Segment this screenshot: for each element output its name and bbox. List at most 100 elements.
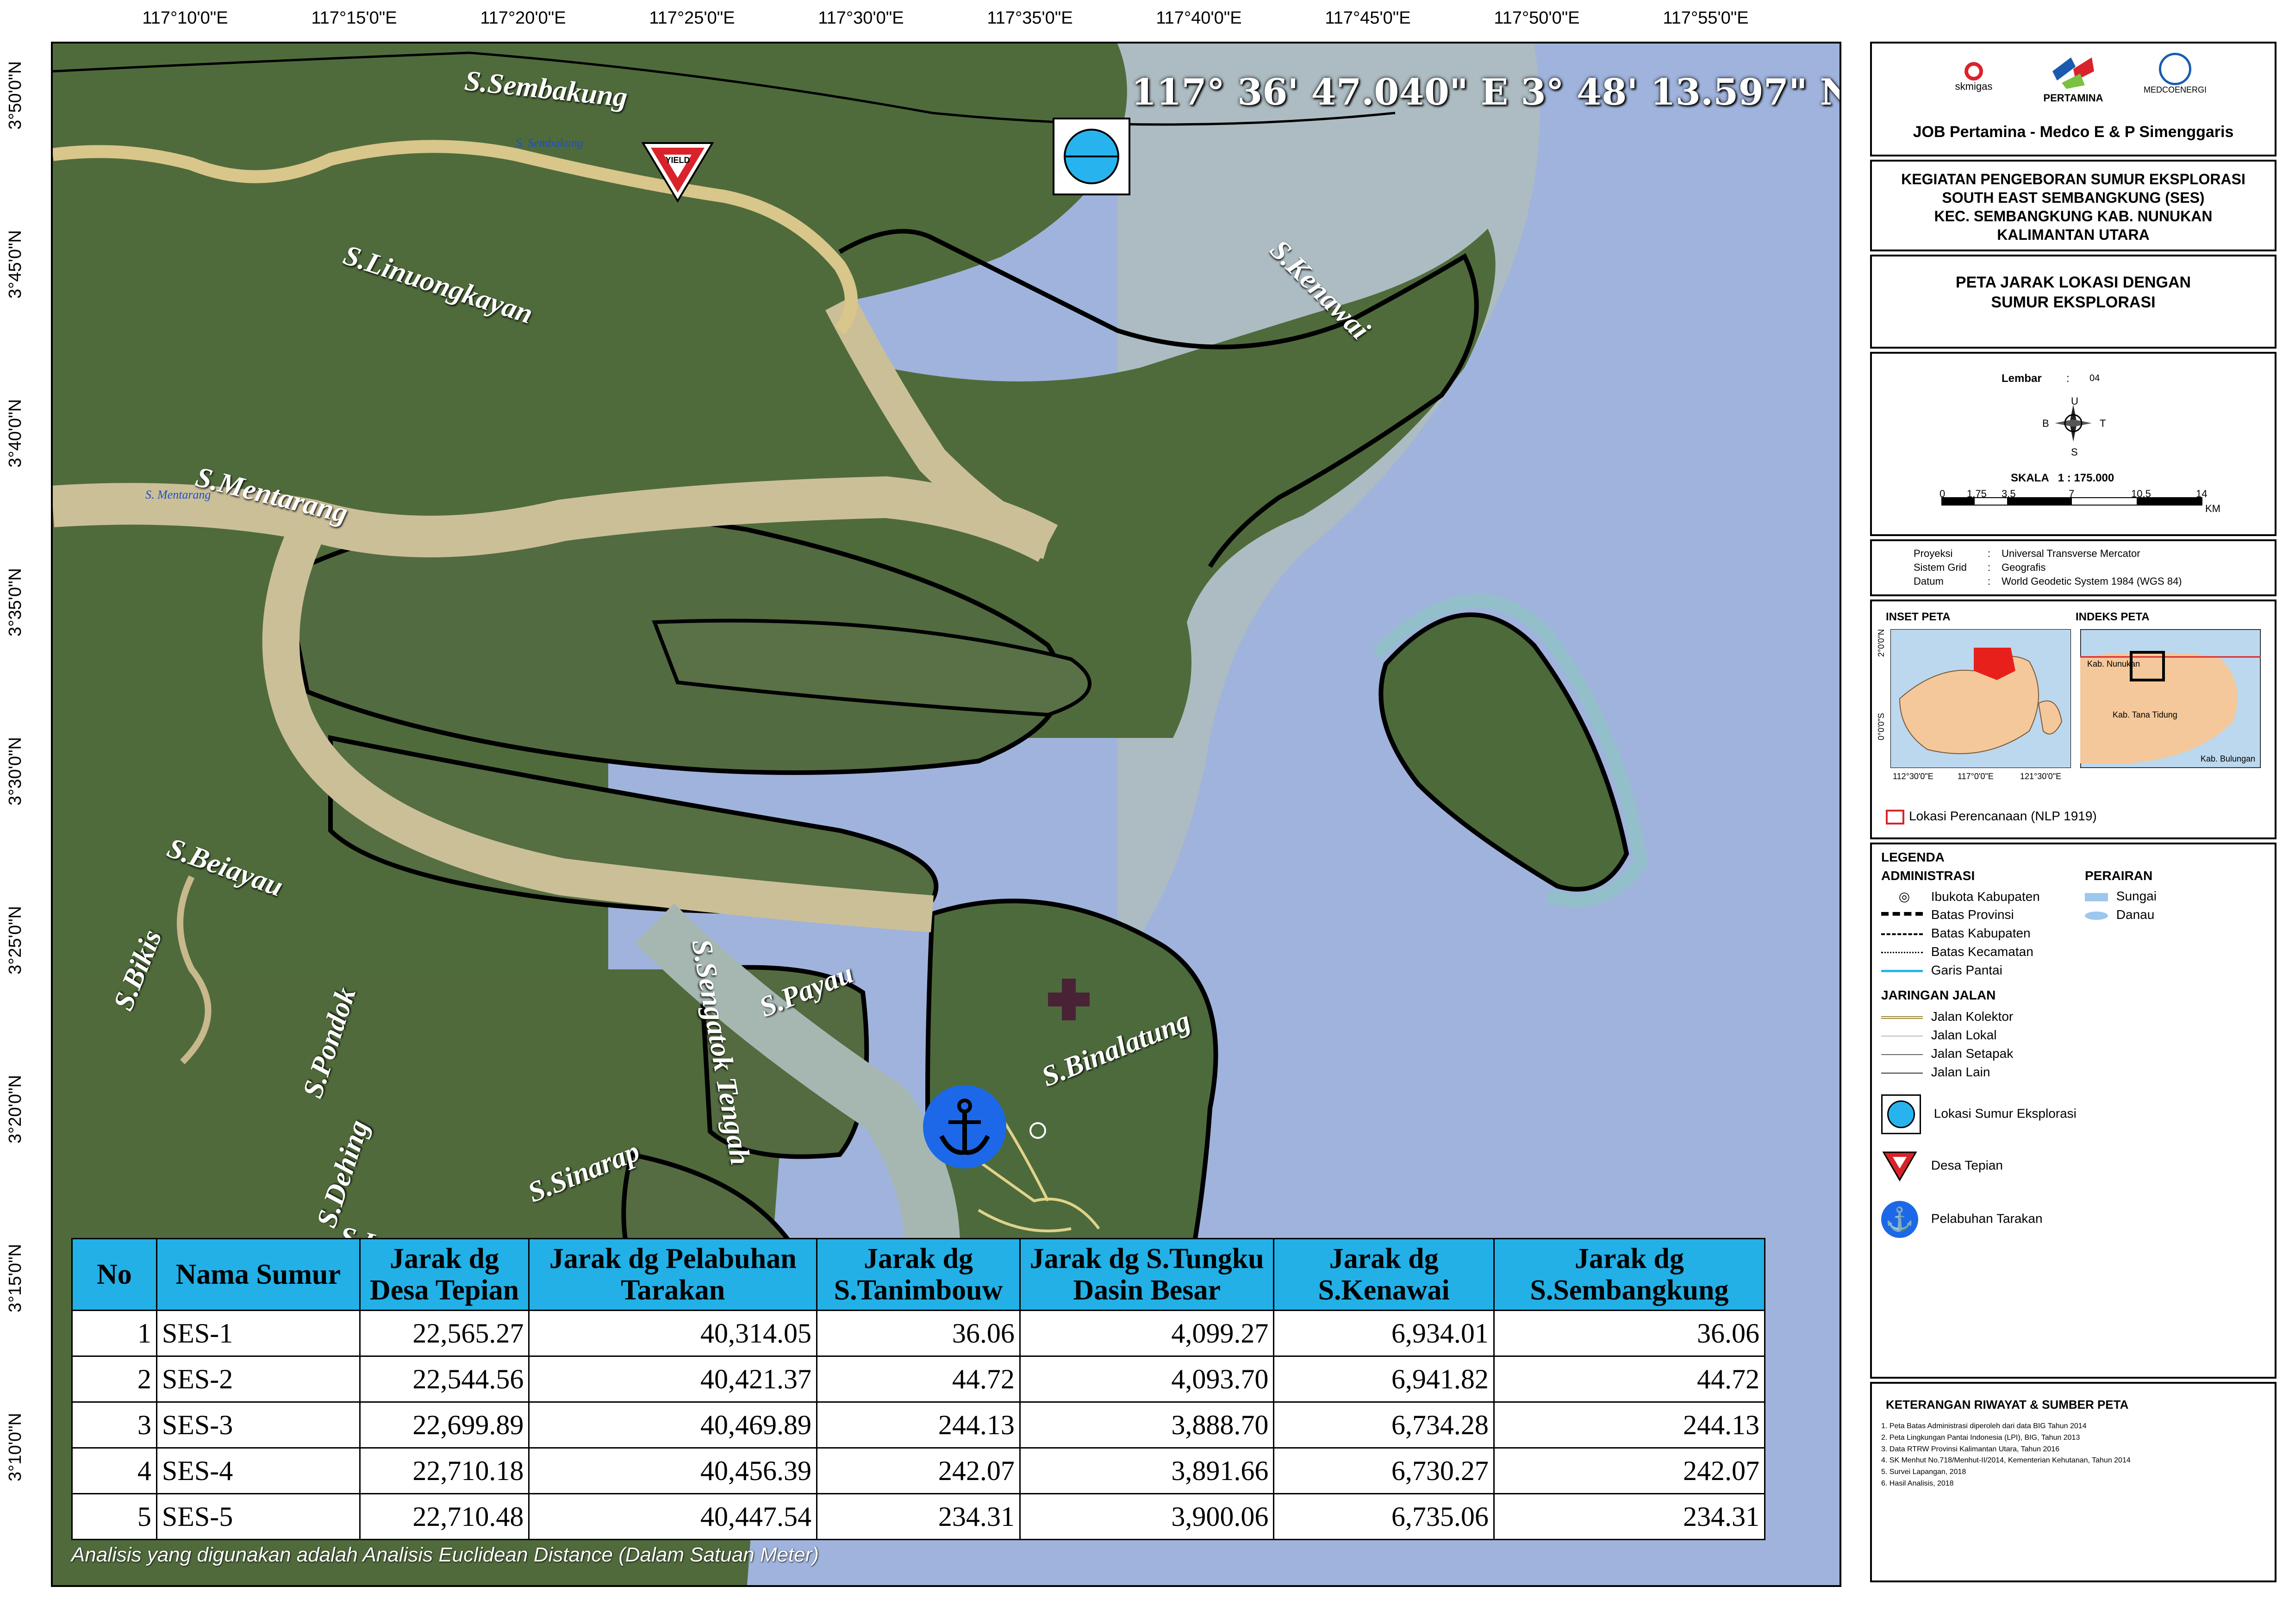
- legend-item: Desa Tepian: [1881, 1150, 2003, 1182]
- history-item: 6. Hasil Analisis, 2018: [1881, 1479, 1954, 1487]
- map-canvas[interactable]: 117° 36' 47.040" E 3° 48' 13.597" N YIEL…: [51, 42, 1841, 1587]
- lat-tick-label: 3°45'0"N: [6, 230, 25, 299]
- small-label-mentarang: S. Mentarang: [145, 488, 211, 501]
- table-cell: SES-2: [156, 1355, 361, 1403]
- inset-lon-label: 121°30'0"E: [2020, 772, 2062, 781]
- table-cell: 242.07: [1493, 1447, 1766, 1495]
- danau-swatch: [2085, 911, 2108, 920]
- lat-tick-label: 3°25'0"N: [6, 906, 25, 974]
- company-name: JOB Pertamina - Medco E & P Simenggaris: [1913, 123, 2234, 141]
- index-label: Kab. Bulungan: [2201, 754, 2256, 763]
- projection-value: Geografis: [2002, 562, 2046, 573]
- distance-table: No Nama Sumur Jarak dg Desa Tepian Jarak…: [71, 1237, 1766, 1541]
- activity-line: KEGIATAN PENGEBORAN SUMUR EKSPLORASI: [1901, 171, 2245, 187]
- history-title: KETERANGAN RIWAYAT & SUMBER PETA: [1886, 1398, 2129, 1412]
- jalan-setapak-swatch: [1881, 1054, 1923, 1055]
- table-cell: 6,734.28: [1273, 1401, 1495, 1449]
- table-cell: 22,544.56: [359, 1355, 530, 1403]
- table-cell: 3,900.06: [1019, 1493, 1275, 1541]
- legend-item: ⚓ Pelabuhan Tarakan: [1881, 1201, 2043, 1238]
- column-header: Nama Sumur: [156, 1237, 361, 1312]
- table-cell: 244.13: [816, 1401, 1021, 1449]
- table-cell: 6,730.27: [1273, 1447, 1495, 1495]
- well-icon: [1064, 129, 1119, 184]
- legend-item: Jalan Kolektor: [1881, 1009, 2013, 1024]
- desa-tepian-yield-icon[interactable]: YIELD: [641, 141, 715, 206]
- sungai-swatch: [2085, 893, 2108, 901]
- activity-line: SOUTH EAST SEMBANGKUNG (SES): [1942, 189, 2205, 206]
- compass-east: T: [2100, 418, 2106, 429]
- legend-item: Batas Kabupaten: [1881, 926, 2031, 941]
- well-legend-icon: [1881, 1094, 1921, 1134]
- lon-tick-label: 117°50'0"E: [1494, 8, 1580, 28]
- batas-kabupaten-swatch: [1881, 933, 1923, 935]
- table-cell: 4: [71, 1447, 157, 1495]
- table-cell: SES-3: [156, 1401, 361, 1449]
- lat-tick-label: 3°15'0"N: [6, 1244, 25, 1312]
- projection-panel: Proyeksi : Universal Transverse Mercator…: [1870, 539, 2276, 596]
- legend-item: Danau: [2085, 907, 2154, 922]
- table-cell: 242.07: [816, 1447, 1021, 1495]
- inset-lon-label: 117°0'0"E: [1958, 772, 1994, 781]
- table-cell: 40,447.54: [528, 1493, 818, 1541]
- scale-tick: 10.5: [2131, 488, 2151, 500]
- column-header: Jarak dg S.Sembangkung: [1493, 1237, 1766, 1312]
- table-cell: 44.72: [1493, 1355, 1766, 1403]
- table-header-row: No Nama Sumur Jarak dg Desa Tepian Jarak…: [71, 1237, 1766, 1312]
- company-header-panel: skmigas PERTAMINA MEDCOENERGI JOB Pertam…: [1870, 42, 2276, 156]
- table-cell: 234.31: [1493, 1493, 1766, 1541]
- jalan-title: JARINGAN JALAN: [1881, 988, 1996, 1002]
- inset-title: INSET PETA: [1886, 611, 1951, 623]
- skmigas-logo: skmigas: [1946, 62, 2002, 93]
- table-cell: 36.06: [816, 1310, 1021, 1357]
- scale-tick: 3.5: [2002, 488, 2016, 500]
- lat-tick-label: 3°50'0"N: [6, 61, 25, 130]
- table-cell: 3,891.66: [1019, 1447, 1275, 1495]
- table-cell: 6,934.01: [1273, 1310, 1495, 1357]
- scale-panel: Lembar : 04 U S T B SKALA 1 : 175.000 0 …: [1870, 352, 2276, 536]
- lat-tick-label: 3°40'0"N: [6, 399, 25, 468]
- lat-tick-label: 3°35'0"N: [6, 568, 25, 637]
- yield-legend-icon: [1882, 1151, 1917, 1181]
- projection-label: Sistem Grid: [1914, 562, 1967, 573]
- history-panel: KETERANGAN RIWAYAT & SUMBER PETA 1. Peta…: [1870, 1382, 2276, 1582]
- planning-area-label: Lokasi Perencanaan (NLP 1919): [1909, 809, 2097, 823]
- column-header: Jarak dg S.Tanimbouw: [816, 1237, 1021, 1312]
- legend-item: Sungai: [2085, 889, 2157, 904]
- jalan-lain-swatch: [1881, 1072, 1923, 1074]
- batas-kecamatan-swatch: [1881, 952, 1923, 954]
- index-map: [2080, 629, 2261, 768]
- exploration-well-marker[interactable]: [1053, 118, 1130, 195]
- pelabuhan-tarakan-anchor-icon[interactable]: [923, 1085, 1006, 1168]
- history-item: 3. Data RTRW Provinsi Kalimantan Utara, …: [1881, 1445, 2060, 1453]
- coordinate-readout: 117° 36' 47.040" E 3° 48' 13.597" N: [1131, 71, 1841, 113]
- column-header: Jarak dg S.Kenawai: [1273, 1237, 1495, 1312]
- scale-tick: 1.75: [1967, 488, 1987, 500]
- column-header: Jarak dg Desa Tepian: [359, 1237, 530, 1312]
- table-cell: 40,314.05: [528, 1310, 818, 1357]
- table-cell: 3: [71, 1401, 157, 1449]
- table-cell: 234.31: [816, 1493, 1021, 1541]
- history-item: 2. Peta Lingkungan Pantai Indonesia (LPI…: [1881, 1433, 2080, 1442]
- scale-tick: 0: [1940, 488, 1946, 500]
- table-cell: 6,735.06: [1273, 1493, 1495, 1541]
- table-cell: 1: [71, 1310, 157, 1357]
- activity-panel: KEGIATAN PENGEBORAN SUMUR EKSPLORASI SOU…: [1870, 160, 2276, 251]
- compass-north: U: [2071, 395, 2078, 407]
- table-row: 5 SES-5 22,710.48 40,447.54 234.31 3,900…: [71, 1493, 1766, 1541]
- lembar-value: 04: [2089, 373, 2100, 383]
- lat-tick-label: 3°10'0"N: [6, 1413, 25, 1481]
- administrasi-title: ADMINISTRASI: [1881, 868, 1975, 883]
- lat-tick-label: 3°30'0"N: [6, 737, 25, 806]
- lat-tick-label: 3°20'0"N: [6, 1075, 25, 1143]
- activity-line: KEC. SEMBANGKUNG KAB. NUNUKAN: [1934, 208, 2213, 225]
- legend-item: Batas Provinsi: [1881, 907, 2014, 922]
- compass-south: S: [2071, 446, 2078, 458]
- table-cell: SES-5: [156, 1493, 361, 1541]
- scale-text: SKALA 1 : 175.000: [2011, 472, 2114, 484]
- legend-item: Jalan Lain: [1881, 1065, 1990, 1080]
- inset-lat-label: 2°0'0"N: [1877, 629, 1886, 657]
- perairan-title: PERAIRAN: [2085, 868, 2153, 883]
- legend-item: Garis Pantai: [1881, 963, 2002, 978]
- table-row: 4 SES-4 22,710.18 40,456.39 242.07 3,891…: [71, 1447, 1766, 1495]
